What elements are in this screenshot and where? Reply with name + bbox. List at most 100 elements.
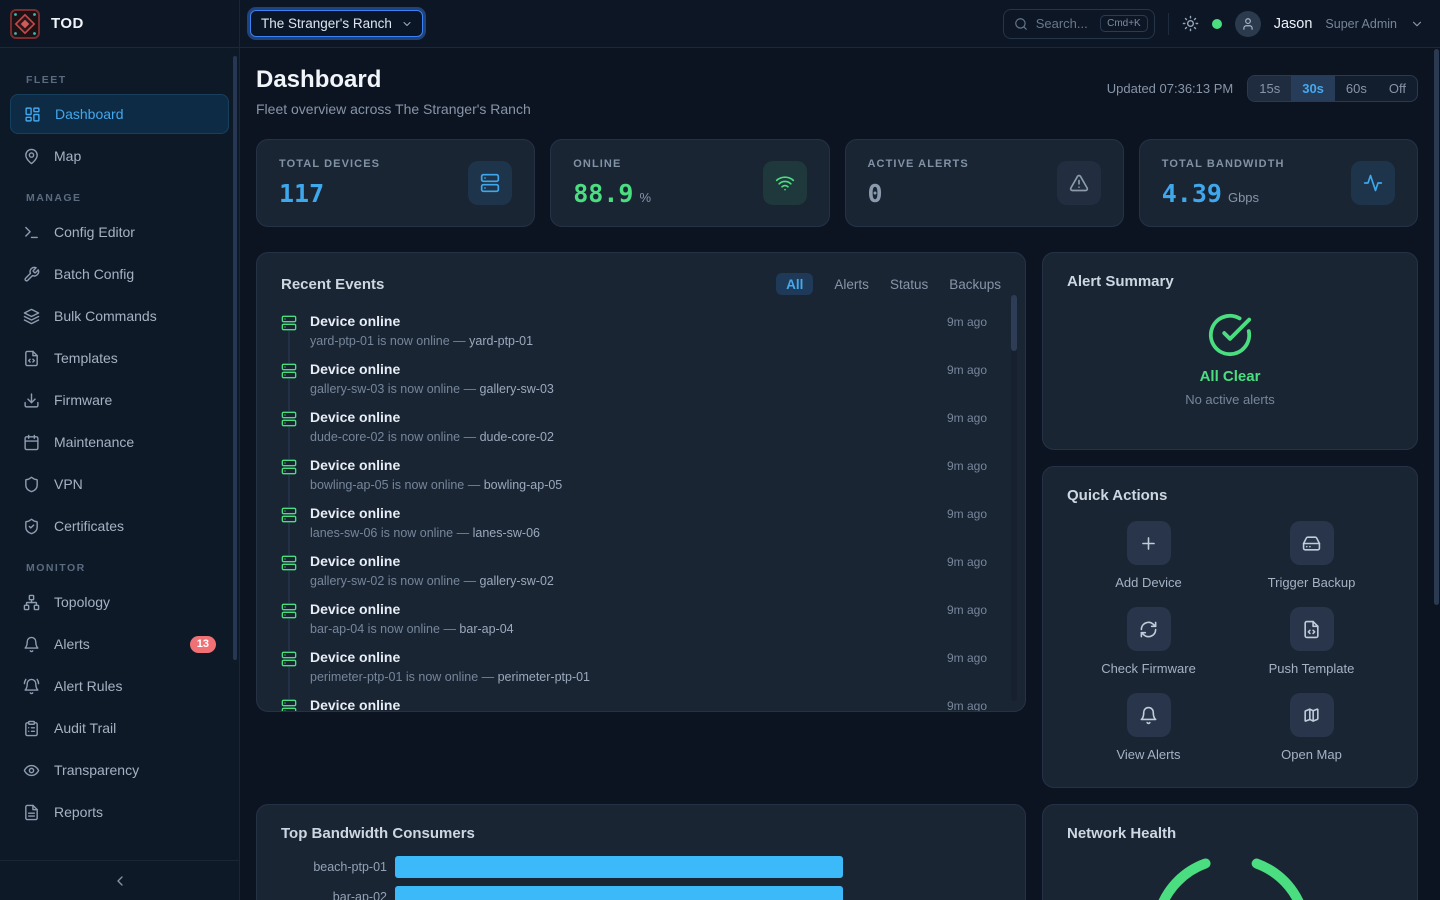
list-item[interactable]: Device online 9m ago — [281, 696, 1001, 712]
sidebar-item-firmware[interactable]: Firmware — [10, 380, 229, 420]
main-scrollbar[interactable] — [1434, 49, 1439, 605]
sidebar-item-reports[interactable]: Reports — [10, 792, 229, 832]
sidebar-item-map[interactable]: Map — [10, 136, 229, 176]
server-icon — [281, 555, 297, 571]
server-icon — [281, 699, 297, 712]
events-scrollbar[interactable] — [1011, 295, 1017, 351]
refresh-option-off[interactable]: Off — [1378, 76, 1417, 101]
event-title: Device online — [310, 361, 935, 377]
sidebar-item-label: Firmware — [54, 392, 112, 408]
bandwidth-bar — [395, 886, 843, 900]
sidebar-item-label: Map — [54, 148, 81, 164]
list-item[interactable]: Device online perimeter-ptp-01 is now on… — [281, 648, 1001, 696]
site-selector[interactable]: The Stranger's Ranch — [250, 10, 423, 37]
bell-icon — [1139, 706, 1158, 725]
stat-value: 4.39 — [1162, 179, 1222, 208]
shield-check-icon — [23, 518, 40, 535]
avatar[interactable] — [1235, 11, 1261, 37]
list-item[interactable]: Device online gallery-sw-03 is now onlin… — [281, 360, 1001, 408]
network-icon — [23, 594, 40, 611]
trigger-backup-button[interactable]: Trigger Backup — [1230, 521, 1393, 590]
quick-action-label: View Alerts — [1116, 747, 1180, 762]
event-title: Device online — [310, 505, 935, 521]
event-title: Device online — [310, 601, 935, 617]
push-template-button[interactable]: Push Template — [1230, 607, 1393, 676]
event-time: 9m ago — [947, 315, 1001, 329]
bandwidth-device-label: bar-ap-02 — [281, 890, 387, 900]
quick-action-label: Trigger Backup — [1268, 575, 1356, 590]
wifi-icon — [775, 173, 795, 193]
last-updated-text: Updated 07:36:13 PM — [1107, 81, 1233, 96]
section-label-monitor: MONITOR — [26, 562, 239, 574]
sidebar-item-label: Config Editor — [54, 224, 135, 240]
tab-backups[interactable]: Backups — [949, 277, 1001, 292]
check-firmware-button[interactable]: Check Firmware — [1067, 607, 1230, 676]
sidebar-item-label: Audit Trail — [54, 720, 116, 736]
plus-icon — [1139, 534, 1158, 553]
server-icon — [281, 315, 297, 331]
sidebar-item-alert-rules[interactable]: Alert Rules — [10, 666, 229, 706]
event-title: Device online — [310, 697, 935, 712]
refresh-option-30s[interactable]: 30s — [1291, 76, 1335, 101]
bandwidth-bar — [395, 856, 843, 878]
list-item[interactable]: Device online lanes-sw-06 is now online … — [281, 504, 1001, 552]
sidebar-item-vpn[interactable]: VPN — [10, 464, 229, 504]
sidebar-item-label: Dashboard — [55, 106, 124, 122]
sidebar-item-audit-trail[interactable]: Audit Trail — [10, 708, 229, 748]
user-icon — [1241, 17, 1255, 31]
shield-icon — [23, 476, 40, 493]
calendar-icon — [23, 434, 40, 451]
stat-card-total-bandwidth: TOTAL BANDWIDTH 4.39Gbps — [1139, 139, 1418, 227]
page-title: Dashboard — [256, 66, 531, 94]
sidebar-item-batch-config[interactable]: Batch Config — [10, 254, 229, 294]
sidebar-item-dashboard[interactable]: Dashboard — [10, 94, 229, 134]
refresh-icon — [1139, 620, 1158, 639]
theme-toggle-button[interactable] — [1182, 15, 1199, 32]
sun-icon — [1182, 15, 1199, 32]
stat-label: ACTIVE ALERTS — [868, 158, 969, 170]
sidebar-item-maintenance[interactable]: Maintenance — [10, 422, 229, 462]
clipboard-list-icon — [23, 720, 40, 737]
event-time: 9m ago — [947, 411, 1001, 425]
layers-icon — [23, 308, 40, 325]
page-subtitle: Fleet overview across The Stranger's Ran… — [256, 101, 531, 117]
sidebar-item-alerts[interactable]: Alerts 13 — [10, 624, 229, 664]
sidebar-item-config-editor[interactable]: Config Editor — [10, 212, 229, 252]
sidebar-collapse-button[interactable] — [0, 860, 239, 900]
refresh-option-15s[interactable]: 15s — [1248, 76, 1291, 101]
sidebar-item-transparency[interactable]: Transparency — [10, 750, 229, 790]
list-item[interactable]: Device online bar-ap-04 is now online — … — [281, 600, 1001, 648]
refresh-option-60s[interactable]: 60s — [1335, 76, 1378, 101]
alert-triangle-icon — [1069, 173, 1089, 193]
sidebar-item-topology[interactable]: Topology — [10, 582, 229, 622]
list-item[interactable]: Device online dude-core-02 is now online… — [281, 408, 1001, 456]
list-item[interactable]: Device online bowling-ap-05 is now onlin… — [281, 456, 1001, 504]
sidebar-item-certificates[interactable]: Certificates — [10, 506, 229, 546]
alerts-count-badge: 13 — [190, 636, 216, 653]
open-map-button[interactable]: Open Map — [1230, 693, 1393, 762]
stat-value: 88.9 — [573, 179, 633, 208]
user-name: Jason — [1274, 16, 1313, 32]
sidebar-scrollbar[interactable] — [233, 56, 237, 660]
list-item[interactable]: Device online yard-ptp-01 is now online … — [281, 312, 1001, 360]
server-icon — [281, 363, 297, 379]
download-icon — [23, 392, 40, 409]
tab-all[interactable]: All — [776, 273, 813, 295]
user-menu-button[interactable] — [1410, 17, 1424, 31]
view-alerts-button[interactable]: View Alerts — [1067, 693, 1230, 762]
server-icon — [281, 507, 297, 523]
quick-actions-title: Quick Actions — [1067, 487, 1167, 504]
add-device-button[interactable]: Add Device — [1067, 521, 1230, 590]
bell-icon — [23, 636, 40, 653]
event-detail: gallery-sw-02 is now online — gallery-sw… — [310, 574, 935, 588]
sidebar-item-templates[interactable]: Templates — [10, 338, 229, 378]
tab-status[interactable]: Status — [890, 277, 928, 292]
search-input[interactable]: Search... Cmd+K — [1003, 9, 1155, 39]
alert-status-text: All Clear — [1200, 368, 1261, 385]
stat-value: 117 — [279, 179, 324, 208]
refresh-interval-control: 15s 30s 60s Off — [1247, 75, 1418, 102]
sidebar-item-bulk-commands[interactable]: Bulk Commands — [10, 296, 229, 336]
list-item[interactable]: Device online gallery-sw-02 is now onlin… — [281, 552, 1001, 600]
tab-alerts[interactable]: Alerts — [834, 277, 869, 292]
event-detail: bar-ap-04 is now online — bar-ap-04 — [310, 622, 935, 636]
